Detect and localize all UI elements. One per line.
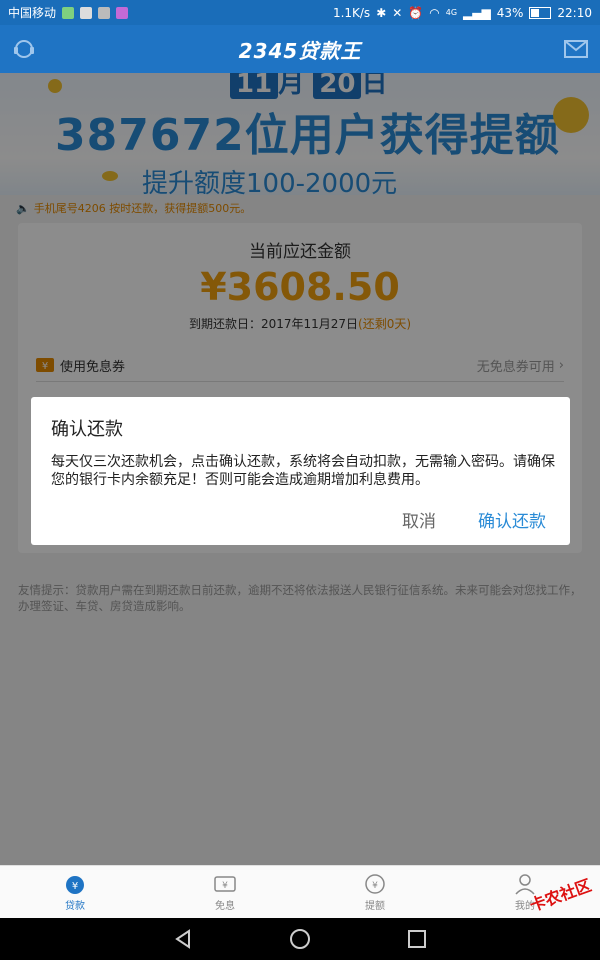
bottom-tab-bar: ¥ 贷款 ¥ 免息 ¥ 提额 我的 bbox=[0, 865, 600, 919]
tab-label: 免息 bbox=[215, 901, 235, 912]
app-header: 2345贷款王 bbox=[0, 25, 600, 73]
tab-label: 提额 bbox=[365, 901, 385, 912]
battery-percent: 43% bbox=[496, 5, 524, 20]
home-icon[interactable] bbox=[289, 928, 311, 950]
cancel-button[interactable]: 取消 bbox=[402, 507, 436, 532]
clock: 22:10 bbox=[557, 5, 592, 20]
mail-icon[interactable] bbox=[564, 39, 588, 59]
carrier-label: 中国移动 bbox=[8, 6, 57, 20]
wifi-icon: ◠ bbox=[429, 5, 440, 20]
svg-text:¥: ¥ bbox=[72, 881, 78, 892]
customer-service-icon[interactable] bbox=[12, 37, 36, 61]
tab-loan[interactable]: ¥ 贷款 bbox=[0, 866, 150, 919]
dialog-title: 确认还款 bbox=[51, 419, 123, 440]
back-icon[interactable] bbox=[172, 928, 194, 950]
network-speed: 1.1K/s bbox=[332, 5, 371, 20]
tab-label: 贷款 bbox=[65, 901, 85, 912]
interest-free-icon: ¥ bbox=[214, 876, 236, 892]
app-notification-icon bbox=[98, 6, 111, 19]
alarm-icon: ⏰ bbox=[408, 5, 424, 20]
bluetooth-icon: ✱ bbox=[376, 5, 387, 20]
network-type: 4G bbox=[445, 8, 458, 17]
confirm-repayment-button[interactable]: 确认还款 bbox=[478, 507, 546, 532]
mute-icon: ✕ bbox=[392, 5, 403, 20]
tab-interest-free[interactable]: ¥ 免息 bbox=[150, 866, 300, 919]
credit-increase-icon: ¥ bbox=[365, 874, 385, 894]
loan-icon: ¥ bbox=[66, 876, 84, 894]
svg-text:¥: ¥ bbox=[222, 881, 228, 891]
battery-icon bbox=[529, 6, 552, 19]
tab-credit-increase[interactable]: ¥ 提额 bbox=[300, 866, 450, 919]
app-notification-icon bbox=[116, 6, 129, 19]
app-notification-icon bbox=[62, 6, 75, 19]
dialog-body: 每天仅三次还款机会，点击确认还款，系统将会自动扣款，无需输入密码。请确保您的银行… bbox=[51, 454, 555, 488]
system-nav-bar bbox=[0, 918, 600, 960]
status-bar: 中国移动 1.1K/s ✱ ✕ ⏰ ◠ 4G ▂▄▆ 43% 22:10 bbox=[0, 0, 600, 25]
confirm-repayment-dialog: 确认还款 每天仅三次还款机会，点击确认还款，系统将会自动扣款，无需输入密码。请确… bbox=[31, 397, 570, 545]
recents-icon[interactable] bbox=[406, 928, 428, 950]
signal-icon: ▂▄▆ bbox=[463, 5, 491, 20]
app-title: 2345贷款王 bbox=[238, 38, 362, 63]
svg-text:¥: ¥ bbox=[372, 881, 378, 891]
app-notification-icon bbox=[80, 6, 93, 19]
